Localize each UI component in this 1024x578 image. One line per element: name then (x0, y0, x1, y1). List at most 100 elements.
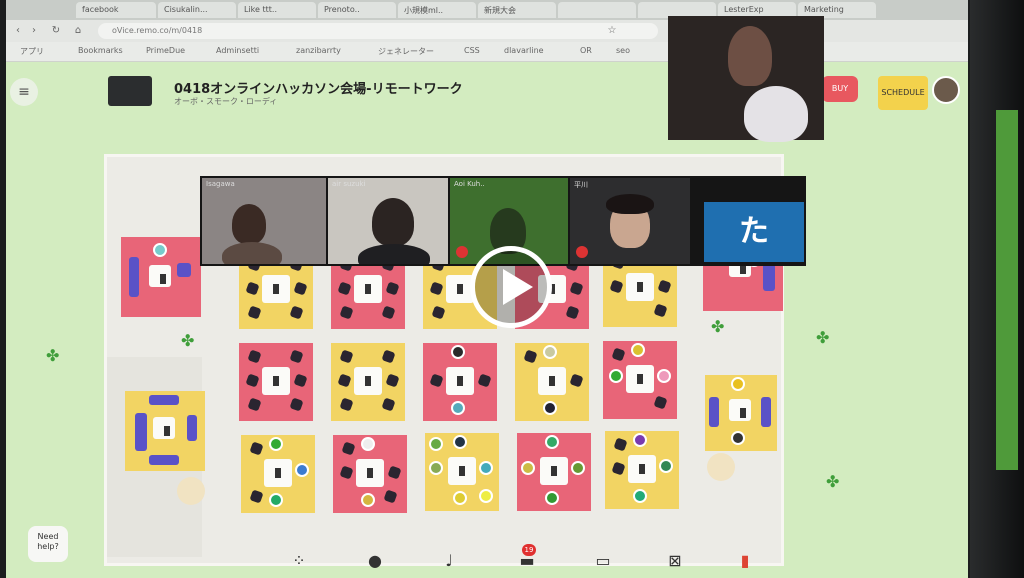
user-avatar-icon[interactable] (269, 437, 283, 451)
user-avatar-icon[interactable] (361, 437, 375, 451)
plant-icon: ✤ (46, 346, 60, 365)
bookmark-item[interactable]: CSS (464, 46, 480, 55)
url-input[interactable]: oVice.remo.co/m/0418 (98, 23, 658, 39)
bookmark-item[interactable]: Bookmarks (78, 46, 123, 55)
sofa (177, 263, 191, 277)
browser-tab[interactable]: facebook (76, 2, 156, 18)
browser-tab[interactable]: Prenoto.. (318, 2, 396, 18)
meeting-table[interactable] (515, 343, 589, 421)
user-avatar-icon[interactable] (609, 369, 623, 383)
browser-tab[interactable]: Like ttt.. (238, 2, 316, 18)
help-button[interactable]: Need help? (28, 526, 68, 562)
browser-tab[interactable]: 小規模ml.. (398, 2, 476, 18)
video-tile[interactable]: air suzuki (328, 178, 448, 264)
user-avatar-icon[interactable] (545, 435, 559, 449)
user-avatar-icon[interactable] (571, 461, 585, 475)
sofa (135, 413, 147, 451)
user-avatar-icon[interactable] (545, 491, 559, 505)
round-rug (707, 453, 735, 481)
space-logo (108, 76, 152, 106)
header-badge-yellow[interactable]: SCHEDULE (878, 76, 928, 110)
user-avatar-icon[interactable] (479, 461, 493, 475)
lounge-table (729, 399, 751, 421)
screen-share-off-icon[interactable]: ⊠ (662, 550, 688, 572)
browser-tab[interactable]: Cisukalin... (158, 2, 236, 18)
bookmark-item[interactable]: ジェネレーター (378, 46, 434, 57)
camera-icon[interactable]: ● (362, 550, 388, 572)
plant-icon: ✤ (816, 328, 830, 347)
user-avatar-icon[interactable] (731, 377, 745, 391)
browser-tab[interactable]: 新規大会 (478, 2, 556, 18)
leave-icon[interactable]: ▮ (732, 550, 758, 572)
header-badge-red[interactable]: BUY (822, 76, 858, 102)
help-label-line2: help? (37, 542, 59, 551)
user-avatar-icon[interactable] (361, 493, 375, 507)
meeting-table[interactable] (603, 341, 677, 419)
menu-icon[interactable]: ≡ (10, 78, 38, 106)
user-avatar-icon[interactable] (479, 489, 493, 503)
video-tile[interactable]: 平川 (570, 178, 690, 264)
meeting-table[interactable] (331, 343, 405, 421)
user-avatar-icon[interactable] (731, 431, 745, 445)
webcam-person (728, 26, 772, 86)
back-icon[interactable]: ‹ (12, 25, 24, 37)
bookmark-item[interactable]: zanzibarrty (296, 46, 341, 55)
reload-icon[interactable]: ↻ (50, 25, 62, 37)
user-avatar-icon[interactable] (269, 493, 283, 507)
meeting-table[interactable] (425, 433, 499, 511)
bookmark-item[interactable]: OR (580, 46, 592, 55)
participant-video (372, 198, 414, 246)
user-avatar-icon[interactable] (295, 463, 309, 477)
user-avatar-icon[interactable] (453, 435, 467, 449)
sofa (187, 415, 197, 441)
meeting-table[interactable] (333, 435, 407, 513)
apps-icon[interactable]: ⁘ (286, 550, 312, 572)
screen-share-icon[interactable]: ▭ (590, 550, 616, 572)
bookmark-item[interactable]: PrimeDue (146, 46, 185, 55)
bookmark-item[interactable]: アプリ (20, 46, 44, 57)
user-avatar-icon[interactable] (631, 343, 645, 357)
user-avatar-icon[interactable] (153, 243, 167, 257)
plant-icon: ✤ (181, 331, 195, 350)
lounge-area[interactable] (125, 391, 205, 471)
participant-video (232, 204, 266, 244)
meeting-table[interactable] (605, 431, 679, 509)
bookmark-item[interactable]: seo (616, 46, 630, 55)
user-avatar-icon[interactable] (543, 401, 557, 415)
user-avatar-icon[interactable] (429, 461, 443, 475)
forward-icon[interactable]: › (28, 25, 40, 37)
participant-name: 平川 (574, 181, 588, 189)
mic-muted-icon (456, 246, 468, 258)
user-avatar-icon[interactable] (633, 489, 647, 503)
play-icon[interactable] (470, 246, 552, 328)
meeting-table[interactable] (241, 435, 315, 513)
meeting-table[interactable] (517, 433, 591, 511)
user-avatar-icon[interactable] (543, 345, 557, 359)
video-tile[interactable]: Isagawa (202, 178, 326, 264)
bookmark-item[interactable]: dlavarline (504, 46, 544, 55)
room-title: 0418オンラインハッカソン会場-リモートワーク (174, 82, 463, 97)
user-avatar-icon[interactable] (657, 369, 671, 383)
meeting-table[interactable] (423, 343, 497, 421)
lounge-area[interactable] (121, 237, 201, 317)
user-avatar[interactable] (932, 76, 960, 104)
user-avatar-icon[interactable] (659, 459, 673, 473)
self-video-tile[interactable]: た (704, 202, 804, 262)
home-icon[interactable]: ⌂ (72, 25, 84, 37)
lounge-area[interactable] (705, 375, 777, 451)
chat-icon[interactable]: ▬ 19 (514, 544, 540, 572)
bookmark-item[interactable]: Adminsetti (216, 46, 259, 55)
user-avatar-icon[interactable] (429, 437, 443, 451)
round-rug (177, 477, 205, 505)
meeting-table[interactable] (239, 343, 313, 421)
background-wall (996, 110, 1018, 470)
user-avatar-icon[interactable] (633, 433, 647, 447)
microphone-icon[interactable]: ♩ (436, 550, 462, 572)
user-avatar-icon[interactable] (451, 401, 465, 415)
browser-tab[interactable] (558, 2, 636, 18)
star-icon[interactable]: ☆ (606, 25, 618, 37)
user-avatar-icon[interactable] (521, 461, 535, 475)
participant-video (358, 244, 430, 264)
user-avatar-icon[interactable] (451, 345, 465, 359)
user-avatar-icon[interactable] (453, 491, 467, 505)
